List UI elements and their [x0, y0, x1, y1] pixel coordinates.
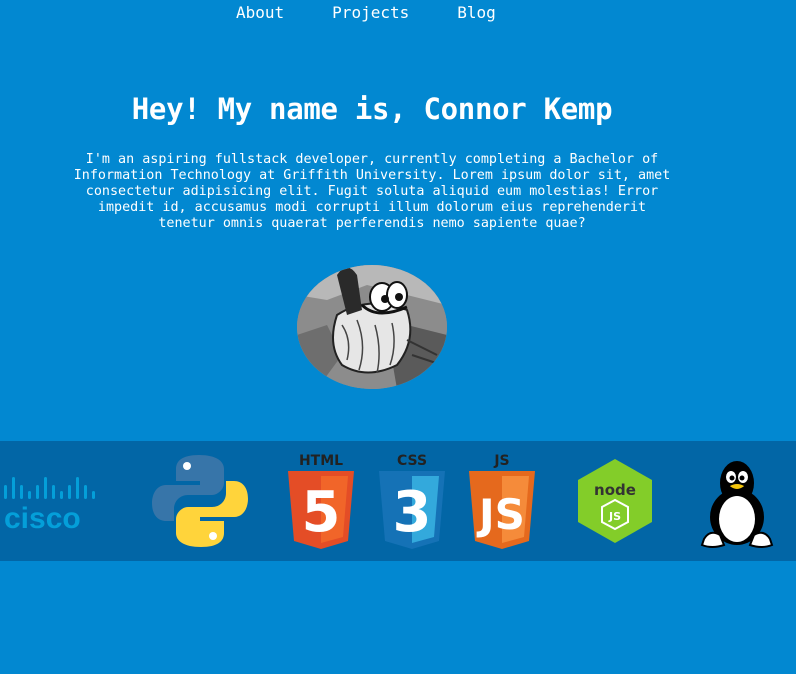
hero-title: Hey! My name is, Connor Kemp — [131, 92, 613, 126]
html-five: 5 — [302, 480, 341, 545]
hero-section: Hey! My name is, Connor Kemp I'm an aspi… — [0, 88, 744, 232]
javascript-logo: JS JS — [467, 451, 537, 551]
hero-description: I'm an aspiring fullstack developer, cur… — [73, 152, 671, 231]
html-label: HTML — [299, 453, 343, 469]
nodejs-logo: node JS — [576, 458, 654, 544]
nav-link-projects[interactable]: Projects — [308, 3, 433, 23]
node-js-mark: JS — [608, 510, 621, 523]
html5-logo: HTML 5 — [286, 451, 356, 551]
css-three: 3 — [393, 480, 432, 545]
js-letters: JS — [476, 490, 525, 539]
cisco-logo: cisco — [0, 471, 102, 535]
css-label: CSS — [397, 453, 427, 469]
cartoon-avatar-image — [297, 265, 447, 389]
tech-logo-strip: cisco HTML 5 CSS 3 JS JS node JS — [0, 441, 796, 561]
css3-logo: CSS 3 — [377, 451, 447, 551]
nav-link-blog[interactable]: Blog — [433, 3, 520, 23]
js-label: JS — [493, 453, 509, 469]
nav-link-about[interactable]: About — [212, 3, 308, 23]
cisco-wordmark: cisco — [4, 502, 81, 531]
node-wordmark: node — [594, 481, 636, 499]
linux-tux-logo — [696, 455, 778, 549]
profile-avatar — [297, 265, 447, 389]
main-nav: About Projects Blog — [212, 3, 520, 23]
python-logo — [152, 453, 248, 549]
page: About Projects Blog Hey! My name is, Con… — [0, 0, 796, 674]
